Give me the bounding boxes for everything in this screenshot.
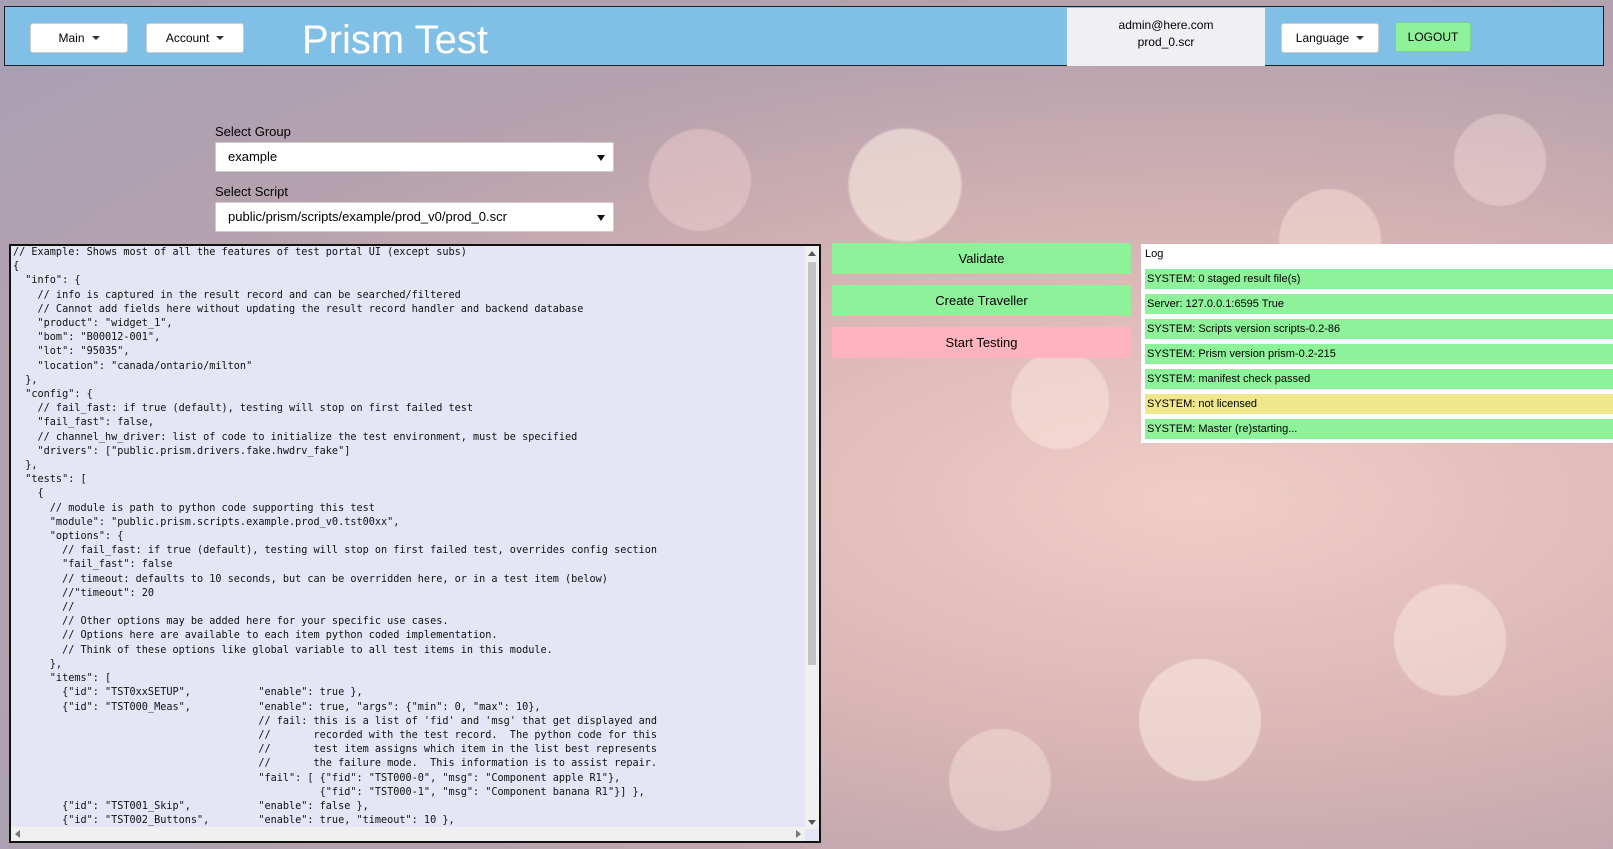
main-menu-label: Main: [58, 31, 85, 45]
script-select[interactable]: public/prism/scripts/example/prod_v0/pro…: [215, 202, 614, 232]
start-testing-button[interactable]: Start Testing: [832, 327, 1131, 358]
log-entry: SYSTEM: not licensed: [1145, 394, 1613, 414]
log-entry: SYSTEM: 0 staged result file(s): [1145, 269, 1613, 289]
user-script: prod_0.scr: [1137, 35, 1195, 49]
app-title: Prism Test: [302, 18, 488, 62]
group-select-value: example: [228, 149, 278, 164]
log-panel: Log SYSTEM: 0 staged result file(s) Serv…: [1141, 244, 1613, 443]
dropdown-arrow-icon: [597, 155, 605, 161]
group-select[interactable]: example: [215, 142, 614, 172]
account-menu-label: Account: [165, 31, 210, 45]
main-menu-dropdown[interactable]: Main: [30, 23, 128, 53]
script-select-value: public/prism/scripts/example/prod_v0/pro…: [228, 209, 507, 224]
log-entry: Server: 127.0.0.1:6595 True: [1145, 294, 1613, 314]
language-menu-dropdown[interactable]: Language: [1281, 23, 1379, 53]
scroll-down-arrow-icon[interactable]: [808, 820, 816, 825]
log-entry: SYSTEM: Master (re)starting...: [1145, 419, 1613, 439]
user-email: admin@here.com: [1118, 18, 1214, 32]
caret-down-icon: [216, 36, 225, 40]
caret-down-icon: [1356, 36, 1365, 40]
log-entry: SYSTEM: manifest check passed: [1145, 369, 1613, 389]
top-navbar: Main Account Prism Test admin@here.com p…: [4, 6, 1604, 66]
script-code-text[interactable]: // Example: Shows most of all the featur…: [13, 246, 798, 826]
dropdown-arrow-icon: [597, 215, 605, 221]
account-menu-dropdown[interactable]: Account: [146, 23, 244, 53]
select-group-label: Select Group: [215, 124, 291, 139]
scroll-left-arrow-icon[interactable]: [15, 830, 20, 838]
caret-down-icon: [91, 36, 100, 40]
user-info-box: admin@here.com prod_0.scr: [1067, 8, 1265, 66]
script-editor[interactable]: // Example: Shows most of all the featur…: [9, 244, 821, 843]
logout-button[interactable]: LOGOUT: [1395, 22, 1471, 52]
create-traveller-button[interactable]: Create Traveller: [832, 285, 1131, 316]
log-entry: SYSTEM: Prism version prism-0.2-215: [1145, 344, 1613, 364]
select-script-label: Select Script: [215, 184, 288, 199]
validate-button[interactable]: Validate: [832, 243, 1131, 274]
scroll-up-arrow-icon[interactable]: [808, 251, 816, 256]
scroll-thumb[interactable]: [808, 262, 816, 665]
scroll-right-arrow-icon[interactable]: [796, 830, 801, 838]
horizontal-scrollbar[interactable]: [11, 827, 805, 841]
log-title: Log: [1145, 248, 1164, 260]
vertical-scrollbar[interactable]: [805, 246, 819, 829]
log-entry: SYSTEM: Scripts version scripts-0.2-86: [1145, 319, 1613, 339]
language-menu-label: Language: [1295, 31, 1350, 45]
